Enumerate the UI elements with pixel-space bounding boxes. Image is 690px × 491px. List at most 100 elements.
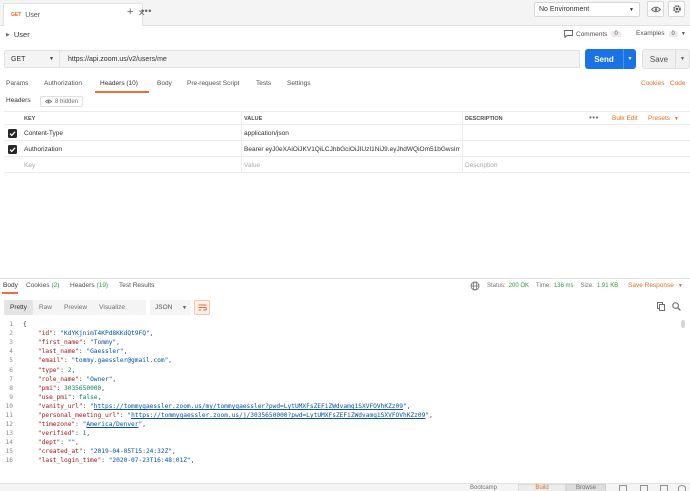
line-number: 13 (5, 430, 13, 438)
code-token: , (71, 366, 76, 374)
row-checkbox[interactable] (7, 144, 17, 154)
code-link[interactable]: https://tommygaessler.zoom.us/j/30356500… (131, 412, 425, 419)
header-key[interactable]: Content-Type (24, 130, 63, 137)
more-options-icon[interactable]: ••• (589, 113, 599, 122)
send-button[interactable]: Send ▼ (585, 49, 636, 69)
response-body-editor[interactable]: 1{2 "id": "KdYKjnimT4KPd8KKdQt9FQ", 3 "fi… (0, 320, 686, 478)
layout-icon[interactable] (619, 485, 627, 491)
bulk-edit-link[interactable]: Bulk Edit (612, 115, 638, 122)
send-options-icon[interactable]: ▼ (624, 56, 636, 62)
two-pane-icon[interactable] (640, 485, 648, 491)
code-line: 15 "created_at": "2019-04-05T15:24:32Z", (0, 447, 686, 456)
comments-count: 0 (611, 31, 621, 37)
code-link[interactable]: America/Denver (86, 421, 138, 428)
response-tab-cookies[interactable]: Cookies (2) (26, 282, 59, 289)
build-mode-button[interactable]: Build (518, 484, 566, 491)
code-text: "type": 2, (23, 367, 75, 374)
code-link[interactable]: Code (670, 80, 686, 87)
hidden-headers-toggle[interactable]: 8 hidden (40, 96, 84, 107)
browse-mode-button[interactable]: Browse (566, 484, 606, 491)
tab-body[interactable]: Body (157, 80, 172, 87)
save-response-button[interactable]: Save Response ▼ (628, 282, 683, 289)
environment-settings-button[interactable] (668, 1, 685, 17)
response-tab-headers[interactable]: Headers (19) (70, 282, 108, 289)
code-link[interactable]: https://tommygaessler.zoom.us/my/tommyga… (94, 403, 403, 410)
value-placeholder[interactable]: Value (244, 162, 260, 169)
copy-icon[interactable] (657, 302, 665, 311)
response-tab-test-results[interactable]: Test Results (119, 282, 154, 289)
key-placeholder[interactable]: Key (24, 162, 35, 169)
request-tab[interactable]: GET User (3, 3, 143, 26)
tab-headers[interactable]: Headers (10) (100, 80, 138, 87)
code-line: 3 "first_name": "Tommy", (0, 338, 686, 347)
code-token: , (429, 411, 433, 419)
code-line: 11 "personal_meeting_url": "https://tomm… (0, 411, 686, 420)
keyboard-icon[interactable] (660, 485, 668, 491)
chevron-down-icon: ▼ (677, 282, 683, 289)
tab-settings[interactable]: Settings (287, 80, 311, 87)
tab-tests[interactable]: Tests (256, 80, 271, 87)
code-token: "last_login_time" (37, 457, 102, 465)
examples-button[interactable]: Examples 0 ▼ (636, 30, 686, 37)
code-token: , (101, 384, 105, 392)
url-input[interactable]: https://api.zoom.us/v2/users/me (60, 50, 580, 68)
view-raw-button[interactable]: Raw (33, 300, 58, 315)
method-select[interactable]: GET ▼ (4, 50, 60, 68)
scrollbar-thumb[interactable] (681, 320, 685, 328)
send-label: Send (594, 54, 614, 64)
row-checkbox[interactable] (7, 128, 17, 138)
help-icon[interactable] (678, 485, 686, 491)
header-key[interactable]: Authorization (24, 146, 62, 153)
code-text: "timezone": "America/Denver", (23, 421, 146, 428)
tab-prerequest-script[interactable]: Pre-request Script (187, 80, 239, 87)
comments-button[interactable]: Comments 0 (564, 30, 621, 38)
code-text: { (23, 321, 27, 328)
view-pretty-button[interactable]: Pretty (4, 300, 33, 315)
save-options-icon[interactable]: ▼ (675, 50, 689, 68)
code-token: , (123, 348, 128, 356)
environment-quick-look-button[interactable] (647, 1, 664, 17)
search-icon[interactable] (672, 302, 681, 311)
code-text: "role_name": "Owner", (23, 376, 116, 383)
wrap-lines-button[interactable] (194, 300, 210, 315)
pane-divider[interactable] (0, 278, 690, 279)
format-select[interactable]: JSON ▼ (150, 300, 191, 315)
tab-params[interactable]: Params (6, 80, 28, 87)
bootcamp-button[interactable]: Bootcamp (470, 485, 497, 491)
code-token: , (190, 457, 195, 465)
view-visualize-button[interactable]: Visualize (93, 300, 131, 315)
time-value[interactable]: 136 ms (554, 283, 574, 289)
presets-dropdown[interactable]: Presets ▼ (648, 115, 679, 122)
new-tab-button[interactable]: + (127, 6, 133, 18)
code-token: "KdYKjnimT4KPd8KKdQt9FQ" (60, 330, 150, 338)
request-title[interactable]: ▶ User (6, 30, 30, 39)
code-token: "Owner" (86, 375, 113, 383)
globe-icon[interactable] (470, 281, 480, 291)
request-tab-method: GET (11, 12, 22, 18)
chevron-down-icon: ▼ (49, 56, 54, 62)
header-value[interactable]: application/json (244, 130, 289, 137)
view-preview-button[interactable]: Preview (58, 300, 93, 315)
active-tab-indicator (95, 91, 149, 93)
code-token: : (56, 384, 64, 392)
examples-count: 0 (668, 30, 678, 37)
status-value[interactable]: 200 OK (509, 283, 529, 289)
code-line: 10 "vanity_url": "https://tommygaessler.… (0, 402, 686, 411)
response-tab-body[interactable]: Body (3, 282, 18, 289)
header-value[interactable]: Bearer eyJ0eXAiOiJKV1QiLCJhbGciOiJIUzI1N… (244, 146, 460, 153)
save-button[interactable]: Save ▼ (642, 49, 690, 69)
environment-select[interactable]: No Environment ▼ (534, 2, 640, 17)
cookies-link[interactable]: Cookies (641, 80, 664, 87)
tab-authorization[interactable]: Authorization (44, 80, 82, 87)
code-token: "2019-04-05T15:24:32Z" (90, 448, 173, 456)
more-tabs-icon[interactable]: ••• (141, 6, 152, 16)
code-token: , (172, 448, 176, 456)
request-title-text: User (13, 30, 30, 39)
description-placeholder[interactable]: Description (465, 162, 498, 169)
table-header-row: KEY VALUE DESCRIPTION (4, 111, 690, 126)
size-value[interactable]: 1.91 KB (597, 283, 618, 289)
